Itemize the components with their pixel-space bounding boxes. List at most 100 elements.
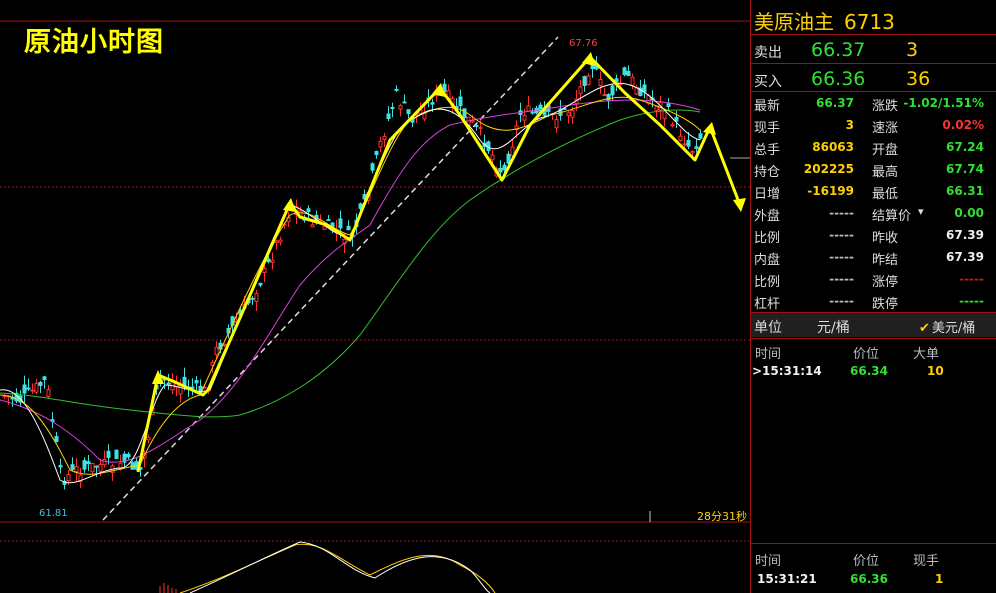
stat-row: 外盘 ----- xyxy=(754,203,854,224)
candle-body xyxy=(34,382,39,393)
candle-body xyxy=(678,135,683,141)
candle-body xyxy=(306,208,311,212)
candle-body xyxy=(622,67,627,76)
candle-body xyxy=(102,458,107,466)
stat-label: 最低 xyxy=(872,187,899,202)
candle-body xyxy=(386,113,391,120)
candles-group xyxy=(2,55,703,490)
candle-body xyxy=(182,376,187,386)
ticks-row-time: >15:31:14 xyxy=(752,364,822,378)
chart-title: 原油小时图 xyxy=(24,27,164,58)
trades-row-price: 66.36 xyxy=(850,572,888,586)
sell-label: 卖出 xyxy=(754,45,782,61)
candle-body xyxy=(262,267,267,274)
stat-row: 涨停 ----- xyxy=(872,269,984,290)
candle-body xyxy=(22,384,27,394)
unit-label: 单位 xyxy=(754,320,782,336)
candle-body xyxy=(82,460,87,470)
stat-value: -16199 xyxy=(807,184,854,198)
stat-row: 比例 ----- xyxy=(754,225,854,246)
stat-row: 最低 66.31 xyxy=(872,181,984,202)
check-icon: ✔ xyxy=(919,321,930,336)
candle-body xyxy=(126,453,131,458)
candle-body xyxy=(430,102,435,105)
stat-label: 总手 xyxy=(754,143,781,158)
candle-body xyxy=(690,150,695,153)
candle-body xyxy=(274,240,279,243)
stat-row: 昨收 67.39 xyxy=(872,225,984,246)
ticks-header-price: 价位 xyxy=(853,347,880,362)
sell-price: 66.37 xyxy=(811,39,866,61)
candle-body xyxy=(626,70,631,77)
stat-label: 最高 xyxy=(872,165,899,180)
stat-value: 86063 xyxy=(812,140,854,154)
stat-row: 日增 -16199 xyxy=(754,181,854,202)
candle-body xyxy=(530,111,535,114)
candle-body xyxy=(570,110,575,118)
stat-label: 外盘 xyxy=(754,209,781,224)
stat-label: 涨跌 xyxy=(872,99,899,114)
buy-label: 买入 xyxy=(754,74,782,90)
divider xyxy=(751,338,996,339)
dropdown-icon[interactable]: ▾ xyxy=(918,205,924,218)
candle-body xyxy=(278,239,283,243)
stat-value: 67.39 xyxy=(946,250,984,264)
stat-value: 3 xyxy=(845,118,854,132)
candle-body xyxy=(166,382,171,385)
stat-value: 202225 xyxy=(803,162,854,176)
sell-row[interactable]: 卖出 66.37 3 xyxy=(751,38,996,62)
candle-body xyxy=(698,133,703,139)
candle-body xyxy=(554,119,559,129)
candle-body xyxy=(602,94,607,97)
candlestick-chart[interactable] xyxy=(0,0,750,593)
candle-body xyxy=(338,218,343,229)
candle-body xyxy=(58,464,63,468)
instrument-name: 美原油主 xyxy=(754,10,834,34)
stat-value: 0.00 xyxy=(954,206,984,220)
candle-body xyxy=(582,76,587,87)
candle-body xyxy=(478,126,483,129)
stat-row: 速涨 0.02% xyxy=(872,115,984,136)
buy-volume: 36 xyxy=(906,68,931,90)
stat-value: ----- xyxy=(959,294,984,308)
candle-body xyxy=(682,143,687,146)
stat-label: 昨收 xyxy=(872,231,899,246)
candle-body xyxy=(382,135,387,141)
sell-volume: 3 xyxy=(906,39,919,61)
candle-body xyxy=(398,105,403,110)
stat-label: 现手 xyxy=(754,121,781,136)
buy-row[interactable]: 买入 66.36 36 xyxy=(751,67,996,91)
candle-body xyxy=(498,167,503,173)
candle-body xyxy=(642,84,647,93)
candle-body xyxy=(522,115,527,121)
candle-body xyxy=(258,282,263,286)
instrument-header[interactable]: 美原油主 6713 xyxy=(754,6,895,35)
trades-header-price: 价位 xyxy=(853,554,880,569)
stat-label: 跌停 xyxy=(872,297,899,312)
candle-body xyxy=(194,380,199,384)
stat-row: 持仓 202225 xyxy=(754,159,854,180)
chart-area[interactable]: 原油小时图 67.76 61.81 28分31秒 xyxy=(0,0,750,593)
stat-value: 66.37 xyxy=(816,96,854,110)
unit-option[interactable]: ✔ 美元/桶 xyxy=(919,317,975,336)
candle-body xyxy=(390,106,395,110)
candle-body xyxy=(346,225,351,231)
candle-body xyxy=(402,101,407,104)
candle-body xyxy=(490,154,495,161)
ticks-header-time: 时间 xyxy=(755,347,782,362)
stat-row: 涨跌 -1.02/1.51% xyxy=(872,93,984,114)
candle-body xyxy=(502,164,507,171)
ma-white-line xyxy=(0,82,701,484)
candle-body xyxy=(38,381,43,386)
candle-body xyxy=(370,163,375,171)
stat-label: 比例 xyxy=(754,275,781,290)
ma-green-line xyxy=(0,109,701,418)
stat-label: 涨停 xyxy=(872,275,899,290)
candle-body xyxy=(470,120,475,123)
candle-body xyxy=(46,389,51,398)
stat-value: ----- xyxy=(829,228,854,242)
candle-body xyxy=(26,387,31,390)
stat-value: -1.02/1.51% xyxy=(903,96,984,110)
candle-body xyxy=(422,113,427,120)
candle-body xyxy=(630,76,635,86)
